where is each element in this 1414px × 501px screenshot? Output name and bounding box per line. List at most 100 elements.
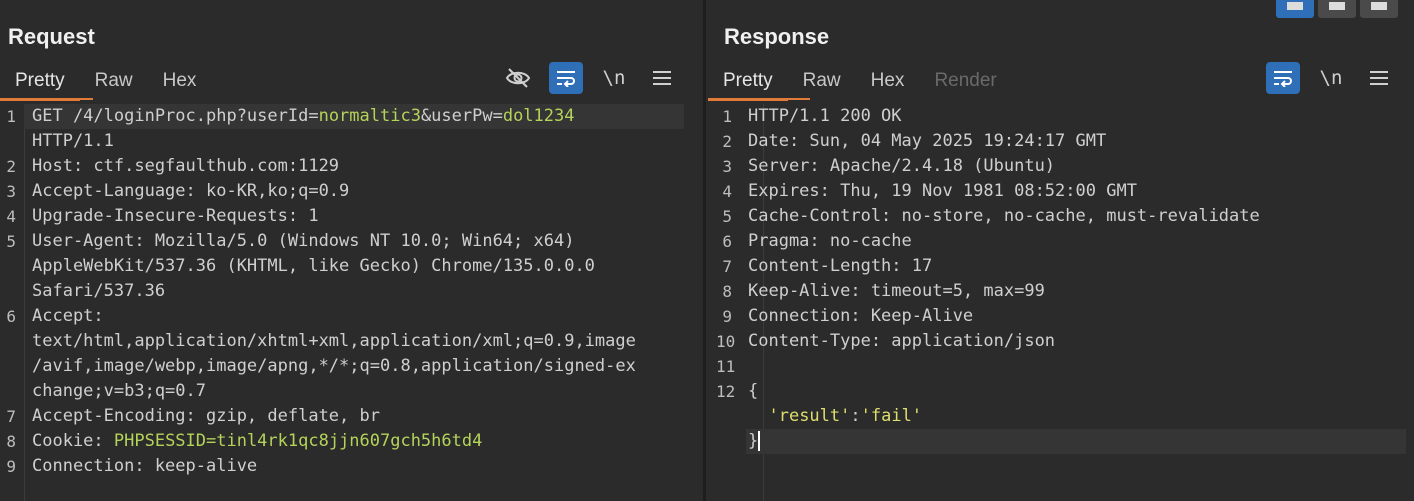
request-editor[interactable]: 1 GET /4/loginProc.php?userId=normaltic3&…: [0, 104, 703, 501]
code-text: Content-Type: application/json: [748, 329, 1055, 354]
code-text: Accept-Encoding: gzip, deflate, br: [32, 404, 380, 429]
code-token: /avif,image/webp,image/apng,*/*;q=0.8,ap…: [32, 356, 636, 376]
response-tab-pretty[interactable]: Pretty: [708, 66, 788, 101]
code-text: Host: ctf.segfaulthub.com:1129: [32, 154, 339, 179]
response-tab-hex[interactable]: Hex: [856, 66, 920, 98]
code-token: Upgrade-Insecure-Requests: 1: [32, 206, 319, 226]
line-number: 3: [722, 157, 732, 176]
response-active-tab-underline: [708, 98, 810, 100]
code-token: AppleWebKit/537.36 (KHTML, like Gecko) C…: [32, 256, 595, 276]
code-line[interactable]: 11: [706, 354, 1414, 379]
request-title: Request: [8, 24, 95, 49]
code-token: Date: Sun, 04 May 2025 19:24:17 GMT: [748, 131, 1107, 151]
code-text: Server: Apache/2.4.18 (Ubuntu): [748, 154, 1055, 179]
code-line[interactable]: 7 Content-Length: 17: [706, 254, 1414, 279]
wrap-lines-icon[interactable]: [549, 62, 583, 94]
line-number: 1: [6, 107, 16, 126]
code-line[interactable]: 2 Host: ctf.segfaulthub.com:1129: [0, 154, 703, 179]
code-line[interactable]: 3 Accept-Language: ko-KR,ko;q=0.9: [0, 179, 703, 204]
code-value-token: PHPSESSID=tinl4rk1qc8jjn607gch5h6td4: [113, 431, 483, 451]
response-editor[interactable]: 1 HTTP/1.1 200 OK 2 Date: Sun, 04 May 2025 …: [706, 104, 1414, 501]
code-line[interactable]: 9 Connection: keep-alive: [0, 454, 703, 479]
code-token: Server: Apache/2.4.18 (Ubuntu): [748, 156, 1056, 176]
code-token: GET /4/loginProc.php?userId=: [32, 106, 319, 126]
code-token: HTTP/1.1 200 OK: [748, 106, 902, 126]
show-newlines-button[interactable]: \n: [1314, 62, 1348, 94]
code-line[interactable]: }: [706, 429, 1414, 454]
request-tab-pretty[interactable]: Pretty: [0, 66, 80, 101]
request-toolbar: \n: [501, 62, 679, 94]
code-token: HTTP/1.1: [32, 131, 114, 151]
code-line[interactable]: 6 Pragma: no-cache: [706, 229, 1414, 254]
code-line[interactable]: 1 GET /4/loginProc.php?userId=normaltic3&…: [0, 104, 703, 129]
line-number: 7: [722, 257, 732, 276]
code-line[interactable]: change;v=b3;q=0.7: [0, 379, 703, 404]
code-line[interactable]: 2 Date: Sun, 04 May 2025 19:24:17 GMT: [706, 129, 1414, 154]
code-token: Pragma: no-cache: [748, 231, 912, 251]
line-number: 8: [6, 432, 16, 451]
code-line[interactable]: 8 Keep-Alive: timeout=5, max=99: [706, 279, 1414, 304]
code-value-token: normaltic3: [318, 106, 421, 126]
show-newlines-button[interactable]: \n: [597, 62, 631, 94]
code-token: Safari/537.36: [32, 281, 166, 301]
code-token: Connection: Keep-Alive: [748, 306, 974, 326]
menu-icon[interactable]: [1362, 62, 1396, 94]
code-token: change;v=b3;q=0.7: [32, 381, 206, 401]
layout-side-by-side-button[interactable]: [1276, 0, 1314, 18]
line-number: 6: [6, 307, 16, 326]
response-code[interactable]: 1 HTTP/1.1 200 OK 2 Date: Sun, 04 May 2025 …: [706, 104, 1414, 454]
code-line[interactable]: 1 HTTP/1.1 200 OK: [706, 104, 1414, 129]
code-token: Content-Length: 17: [748, 256, 933, 276]
line-number: 3: [6, 182, 16, 201]
wrap-lines-icon[interactable]: [1266, 62, 1300, 94]
code-text: text/html,application/xhtml+xml,applicat…: [32, 329, 636, 354]
code-token: Accept:: [32, 306, 104, 326]
menu-icon[interactable]: [645, 62, 679, 94]
code-text: /avif,image/webp,image/apng,*/*;q=0.8,ap…: [32, 354, 636, 379]
code-text: AppleWebKit/537.36 (KHTML, like Gecko) C…: [32, 254, 595, 279]
code-line[interactable]: 5 User-Agent: Mozilla/5.0 (Windows NT 10.…: [0, 229, 703, 254]
code-line[interactable]: 'result':'fail': [706, 404, 1414, 429]
code-line[interactable]: HTTP/1.1: [0, 129, 703, 154]
code-token: Accept-Language: ko-KR,ko;q=0.9: [32, 181, 350, 201]
code-line[interactable]: AppleWebKit/537.36 (KHTML, like Gecko) C…: [0, 254, 703, 279]
line-number: 4: [722, 182, 732, 201]
code-line[interactable]: 9 Connection: Keep-Alive: [706, 304, 1414, 329]
code-token: Keep-Alive: timeout=5, max=99: [748, 281, 1045, 301]
response-title: Response: [724, 24, 830, 49]
code-line[interactable]: Safari/537.36: [0, 279, 703, 304]
code-line[interactable]: 4 Expires: Thu, 19 Nov 1981 08:52:00 GMT: [706, 179, 1414, 204]
layout-tabs-button[interactable]: [1360, 0, 1398, 18]
code-value-token: dol1234: [502, 106, 575, 126]
line-number: 9: [722, 307, 732, 326]
code-token: Content-Type: application/json: [748, 331, 1056, 351]
code-text: HTTP/1.1 200 OK: [748, 104, 902, 129]
code-line[interactable]: 8 Cookie: PHPSESSID=tinl4rk1qc8jjn607gch5…: [0, 429, 703, 454]
code-text: Cache-Control: no-store, no-cache, must-…: [748, 204, 1260, 229]
line-number: 10: [716, 332, 736, 351]
columns-icon: [1287, 2, 1303, 10]
code-token: Cache-Control: no-store, no-cache, must-…: [748, 206, 1260, 226]
line-number: 2: [722, 132, 732, 151]
code-line[interactable]: 12 {: [706, 379, 1414, 404]
code-token: }: [748, 431, 759, 451]
request-active-tab-underline: [0, 98, 93, 100]
request-code[interactable]: 1 GET /4/loginProc.php?userId=normaltic3&…: [0, 104, 703, 479]
tabs-icon: [1371, 2, 1387, 10]
code-line[interactable]: 5 Cache-Control: no-store, no-cache, must…: [706, 204, 1414, 229]
response-tab-raw[interactable]: Raw: [788, 66, 856, 98]
code-line[interactable]: /avif,image/webp,image/apng,*/*;q=0.8,ap…: [0, 354, 703, 379]
code-text: Connection: keep-alive: [32, 454, 257, 479]
code-line[interactable]: 6 Accept:: [0, 304, 703, 329]
code-line[interactable]: text/html,application/xhtml+xml,applicat…: [0, 329, 703, 354]
layout-top-bottom-button[interactable]: [1318, 0, 1356, 18]
request-tab-hex[interactable]: Hex: [148, 66, 212, 98]
response-tab-render[interactable]: Render: [919, 66, 1011, 98]
code-line[interactable]: 7 Accept-Encoding: gzip, deflate, br: [0, 404, 703, 429]
hide-icon[interactable]: [501, 62, 535, 94]
code-line[interactable]: 4 Upgrade-Insecure-Requests: 1: [0, 204, 703, 229]
code-line[interactable]: 10 Content-Type: application/json: [706, 329, 1414, 354]
code-line[interactable]: 3 Server: Apache/2.4.18 (Ubuntu): [706, 154, 1414, 179]
code-token: User-Agent: Mozilla/5.0 (Windows NT 10.0…: [32, 231, 575, 251]
request-tab-raw[interactable]: Raw: [80, 66, 148, 98]
